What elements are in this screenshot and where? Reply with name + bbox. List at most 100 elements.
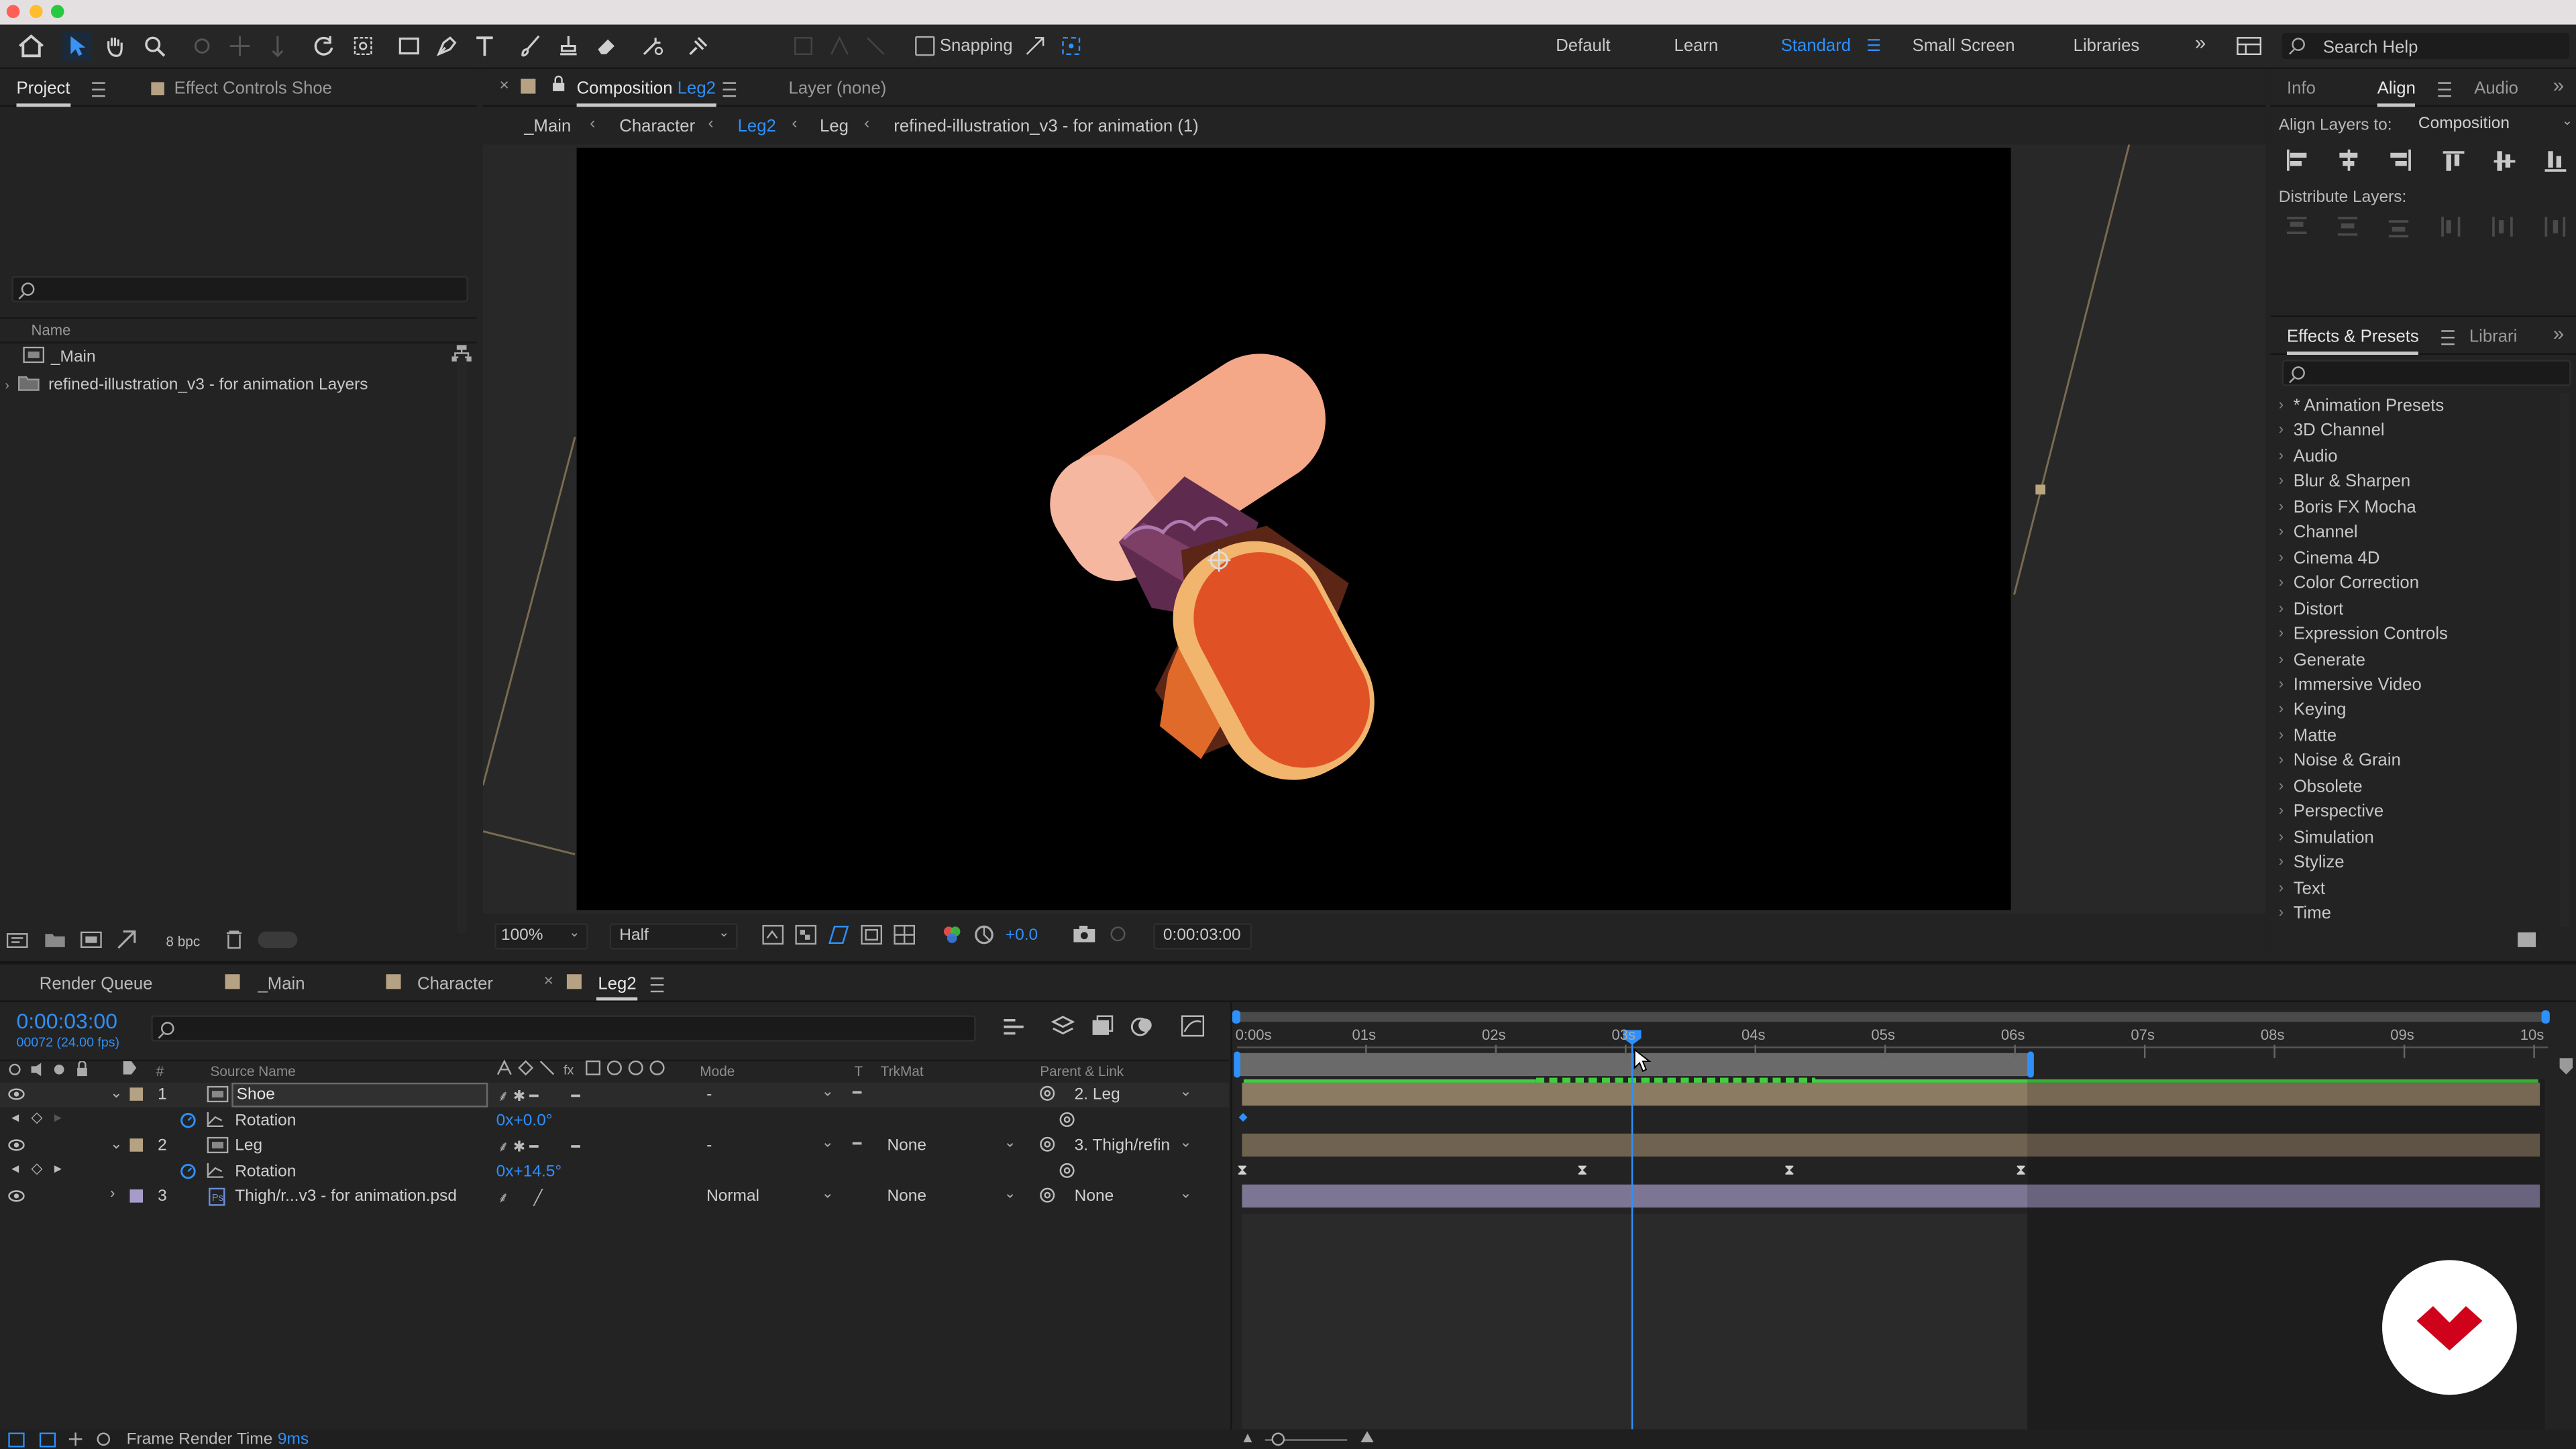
align-layers-to-select[interactable]: Composition ⌄ (2418, 113, 2573, 136)
expand-arrow-icon[interactable]: › (2279, 650, 2284, 666)
tab-layer[interactable]: Layer (none) (789, 79, 887, 99)
project-item-main[interactable]: _Main (23, 346, 96, 366)
roto-brush-tool-icon[interactable] (637, 32, 667, 61)
pick-whip-icon[interactable] (1038, 1135, 1057, 1158)
effect-category-item[interactable]: * Animation Presets (2294, 396, 2444, 415)
toggle-in-out-icon[interactable] (67, 1431, 83, 1449)
expand-arrow-icon[interactable]: › (2279, 726, 2284, 742)
interpret-footage-icon[interactable] (6, 933, 28, 953)
breadcrumb-main[interactable]: _Main (524, 117, 571, 136)
expand-arrow-icon[interactable]: › (2279, 599, 2284, 615)
breadcrumb-character[interactable]: Character (619, 117, 695, 136)
effect-category-item[interactable]: Boris FX Mocha (2294, 498, 2416, 517)
fast-previews-icon[interactable] (762, 924, 784, 950)
layer-name-field[interactable]: Shoe (231, 1082, 488, 1108)
grid-guides-icon[interactable] (894, 924, 916, 950)
expand-arrow-icon[interactable]: › (5, 378, 9, 392)
more-panels-chevron-icon[interactable]: » (2553, 322, 2564, 345)
tab-effects-presets[interactable]: Effects & Presets (2287, 327, 2419, 355)
expand-arrow-icon[interactable]: › (2279, 421, 2284, 437)
resolution-select[interactable]: Half ⌄ (609, 923, 738, 950)
twirl-open-chevron-icon[interactable]: ⌄ (110, 1135, 122, 1153)
workspace-layout-icon[interactable] (2235, 32, 2264, 61)
column-parent-header[interactable]: Parent & Link (1040, 1063, 1124, 1079)
column-t-header[interactable]: T (854, 1063, 863, 1079)
preserve-transparency-toggle[interactable]: ━ (853, 1084, 861, 1102)
toggle-transfer-controls-icon[interactable] (39, 1432, 56, 1449)
expand-arrow-icon[interactable]: › (2279, 777, 2284, 793)
work-area-end-handle[interactable] (2541, 1010, 2550, 1024)
timeline-track-area[interactable]: ◆ ⧗ ⧗ ⧗ ⧗ (1230, 1002, 2576, 1430)
expand-arrow-icon[interactable]: › (2279, 396, 2284, 412)
zoom-in-mountain-icon[interactable]: ⛰ (1360, 1430, 1375, 1448)
breadcrumb-leg2[interactable]: Leg2 (738, 117, 776, 136)
twirl-closed-chevron-icon[interactable]: › (110, 1185, 115, 1201)
panel-menu-icon[interactable] (722, 82, 737, 97)
graph-editor-icon[interactable] (1181, 1015, 1205, 1041)
layer-label-color[interactable] (129, 1189, 144, 1203)
composition-mini-flowchart-icon[interactable] (1002, 1017, 1025, 1042)
layer-label-color[interactable] (129, 1138, 144, 1152)
breadcrumb-refined-illustration[interactable]: refined-illustration_v3 - for animation … (894, 117, 1199, 136)
zoom-select[interactable]: 100% ⌄ (494, 923, 588, 950)
new-bin-icon[interactable] (2517, 932, 2536, 953)
effect-category-item[interactable]: Immersive Video (2294, 675, 2422, 694)
zoom-out-mountain-icon[interactable]: ▲ (1240, 1430, 1255, 1446)
search-help-field[interactable]: Search Help (2282, 32, 2570, 60)
work-area-bar[interactable] (1237, 1012, 2548, 1022)
effect-category-item[interactable]: Channel (2294, 523, 2358, 542)
draft-3d-icon[interactable] (1051, 1015, 1075, 1041)
pan-camera-icon[interactable] (225, 32, 255, 61)
project-settings-icon[interactable] (117, 930, 136, 955)
effect-category-item[interactable]: Generate (2294, 650, 2365, 669)
prev-keyframe-icon[interactable]: ◂ (11, 1160, 19, 1178)
exposure-value[interactable]: +0.0 (1006, 926, 1038, 945)
snap-option-icon[interactable] (824, 32, 854, 61)
panel-menu-icon[interactable] (92, 82, 105, 97)
new-folder-icon[interactable] (44, 932, 66, 953)
dolly-camera-icon[interactable] (263, 32, 292, 61)
parent-select[interactable]: 3. Thigh/refin (1075, 1137, 1177, 1155)
rotation-value[interactable]: 0x+0.0° (496, 1112, 553, 1130)
expand-arrow-icon[interactable]: › (2279, 802, 2284, 818)
property-row-leg-rotation[interactable]: ◂ ◇ ▸ Rotation 0x+14.5° (0, 1160, 1229, 1185)
effect-category-item[interactable]: Keying (2294, 700, 2347, 720)
layer-label-color[interactable] (129, 1087, 144, 1101)
blend-mode-select[interactable]: Normal (706, 1188, 759, 1206)
workspace-standard[interactable]: Standard (1781, 36, 1851, 56)
visibility-eye-icon[interactable] (8, 1087, 25, 1106)
frame-blending-icon[interactable] (1130, 1015, 1153, 1041)
more-workspaces-chevron-icon[interactable]: » (2195, 32, 2206, 54)
add-keyframe-icon[interactable]: ◇ (32, 1109, 43, 1127)
effect-category-item[interactable]: Expression Controls (2294, 625, 2448, 644)
column-name-header[interactable]: Name (32, 322, 71, 338)
project-search-input[interactable] (11, 276, 468, 303)
prev-keyframe-icon[interactable]: ◂ (11, 1109, 19, 1127)
panel-menu-icon[interactable] (2441, 330, 2455, 345)
keyframe-easy-ease-icon[interactable]: ⧗ (2016, 1161, 2026, 1179)
selection-tool-icon[interactable] (62, 31, 93, 61)
project-item-folder[interactable]: › refined-illustration_v3 - for animatio… (5, 374, 368, 394)
keyframe-easy-ease-icon[interactable]: ⧗ (1784, 1161, 1794, 1179)
reset-exposure-icon[interactable] (974, 925, 994, 950)
puppet-pin-tool-icon[interactable] (684, 32, 713, 61)
color-channels-icon[interactable] (941, 925, 963, 950)
layer-row-shoe[interactable]: ⌄ 1 Shoe ⸙ ✱ ━ ━ - ⌄ ━ 2. Leg ⌄ (0, 1082, 1229, 1108)
expand-arrow-icon[interactable]: › (2279, 447, 2284, 463)
preserve-transparency-toggle[interactable]: ━ (853, 1135, 861, 1153)
effect-category-item[interactable]: Perspective (2294, 802, 2383, 822)
visibility-eye-icon[interactable] (8, 1138, 25, 1157)
next-keyframe-icon[interactable]: ▸ (54, 1160, 62, 1178)
expand-arrow-icon[interactable]: › (2279, 878, 2284, 894)
tab-audio[interactable]: Audio (2474, 79, 2518, 99)
home-icon[interactable] (16, 32, 46, 61)
new-composition-icon[interactable] (80, 931, 102, 953)
effect-category-item[interactable]: 3D Channel (2294, 421, 2385, 441)
timeline-search-input[interactable] (151, 1015, 976, 1042)
composition-canvas[interactable] (576, 148, 2011, 910)
expression-pick-whip-icon[interactable] (1058, 1161, 1076, 1184)
property-row-shoe-rotation[interactable]: ◂ ◇ ▸ Rotation 0x+0.0° (0, 1109, 1229, 1134)
snapshot-camera-icon[interactable] (1073, 925, 1095, 948)
stopwatch-icon[interactable] (179, 1161, 197, 1184)
effect-category-item[interactable]: Time (2294, 904, 2331, 923)
